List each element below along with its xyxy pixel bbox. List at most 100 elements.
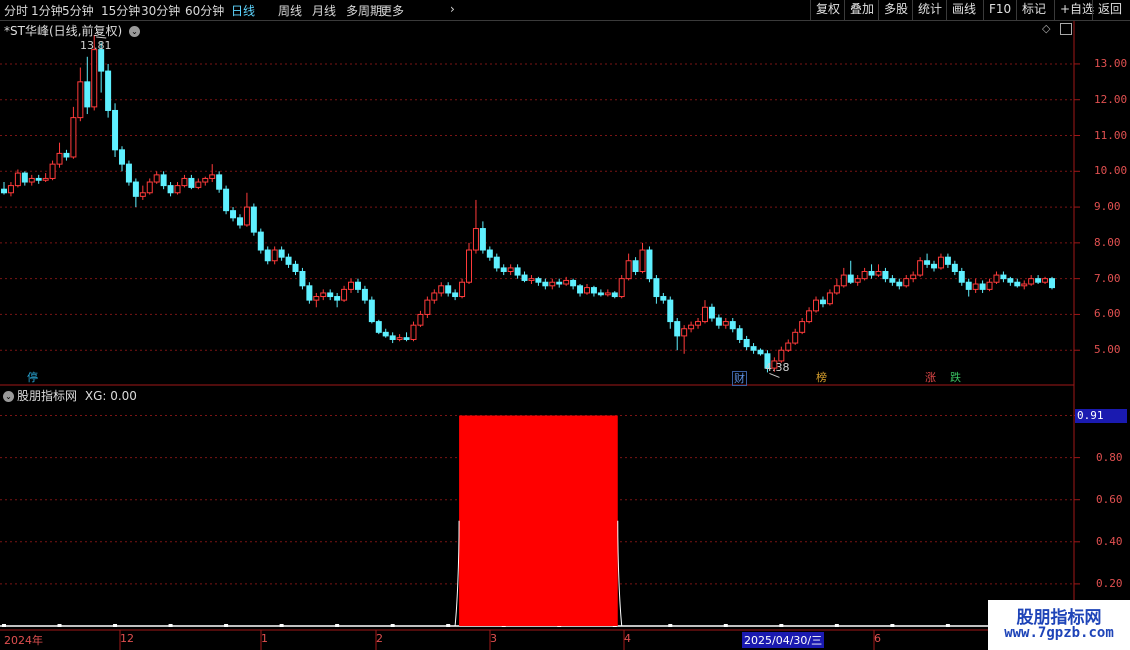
toolbar-button[interactable]: 返回 [1092,0,1127,20]
candle-body [729,321,736,330]
period-tab[interactable]: 日线 [231,2,255,19]
candle-body [792,331,799,344]
candle-body [209,174,216,179]
candle-body [91,49,98,108]
candle-body [84,81,91,108]
toolbar-button[interactable]: 叠加 [844,0,879,20]
candle-body [77,81,84,119]
candle-body [306,285,313,301]
candle-body [972,283,979,290]
candle-body [14,172,21,187]
candle-body [243,206,250,226]
chevron-down-icon[interactable]: ⌄ [3,391,14,402]
candle-body [986,281,993,290]
y-tick-label: 12.00 [1094,92,1128,106]
candle-body [320,292,327,298]
candle-body [285,256,292,265]
candle-body [105,70,112,111]
toolbar-button[interactable]: 复权 [810,0,845,20]
event-list-marker[interactable]: 榜 [815,371,828,384]
candle-body [778,349,785,362]
candle-body [1028,278,1035,285]
candle-body [257,231,264,251]
candle-body [542,281,549,287]
candle-body [570,279,577,287]
candle-body [785,342,792,351]
candle-body [202,177,209,183]
candle-body [236,217,243,226]
candle-body [681,328,688,337]
y-tick-label: 0.80 [1096,450,1123,464]
candle-body [1035,278,1042,283]
chevron-right-icon[interactable]: › [450,2,455,16]
event-limit-up-marker[interactable]: 涨 [924,371,937,384]
signal-baseline-dot [834,624,839,627]
event-financial-marker[interactable]: 财 [732,371,747,386]
candle-body [1007,278,1014,283]
toolbar-button[interactable]: 画线 [946,0,981,20]
candle-body [695,321,702,326]
candle-body [21,172,28,183]
candle-body [979,283,986,290]
period-tab[interactable]: 30分钟 [141,2,180,19]
period-tab[interactable]: 多周期 [346,2,382,19]
candle-body [639,249,646,272]
candle-body [951,263,958,272]
signal-baseline-dot [446,624,451,627]
candle-body [632,260,639,272]
candle-body [688,324,695,330]
candle-body [1,188,7,194]
event-limit-down-marker[interactable]: 跌 [949,371,962,384]
candle-body [528,278,535,281]
candle-body [1000,274,1007,280]
candle-body [965,281,972,290]
candle-body [459,281,466,298]
candle-body [63,152,70,158]
signal-baseline-dot [168,624,173,627]
candle-body [230,210,237,219]
period-tab[interactable]: 60分钟 [185,2,224,19]
chart-canvas[interactable] [0,21,1130,650]
toolbar-button[interactable]: 统计 [912,0,947,20]
candle-body [56,152,63,165]
candle-body [806,310,813,323]
candle-body [500,267,507,272]
candle-body [660,296,667,301]
toolbar-button[interactable]: F10 [983,0,1016,20]
diamond-icon[interactable]: ◇ [1042,22,1050,35]
candle-body [625,260,632,280]
period-tab[interactable]: 5分钟 [62,2,94,19]
candle-body [944,256,951,265]
signal-baseline-dot [279,624,284,627]
period-tab[interactable]: 周线 [278,2,302,19]
signal-baseline-dot [779,624,784,627]
y-tick-label: 10.00 [1094,164,1128,178]
candle-body [167,185,174,194]
toolbar-button[interactable]: 多股 [878,0,913,20]
candle-body [472,228,479,251]
candle-body [590,287,597,294]
candle-body [250,206,257,233]
panel-toggle-icon[interactable] [1060,23,1072,35]
candle-body [604,292,611,296]
period-tab[interactable]: 更多 [380,2,404,19]
candle-body [736,328,743,340]
candle-body [348,281,355,290]
candle-body [313,296,320,301]
candle-body [327,292,334,298]
candle-body [833,285,840,294]
candle-body [146,181,153,194]
candle-body [701,306,708,323]
event-halt-marker[interactable]: 停 [26,371,39,384]
candle-body [715,317,722,326]
period-tab[interactable]: 分时 [4,2,28,19]
toolbar-button[interactable]: 标记 [1016,0,1051,20]
candle-body [70,117,77,158]
period-tab[interactable]: 15分钟 [101,2,140,19]
period-tab[interactable]: 1分钟 [31,2,63,19]
candle-body [271,249,278,262]
chevron-down-icon[interactable]: ⌄ [128,26,140,37]
candle-body [341,288,348,301]
candle-body [375,321,382,333]
period-tab[interactable]: 月线 [312,2,336,19]
